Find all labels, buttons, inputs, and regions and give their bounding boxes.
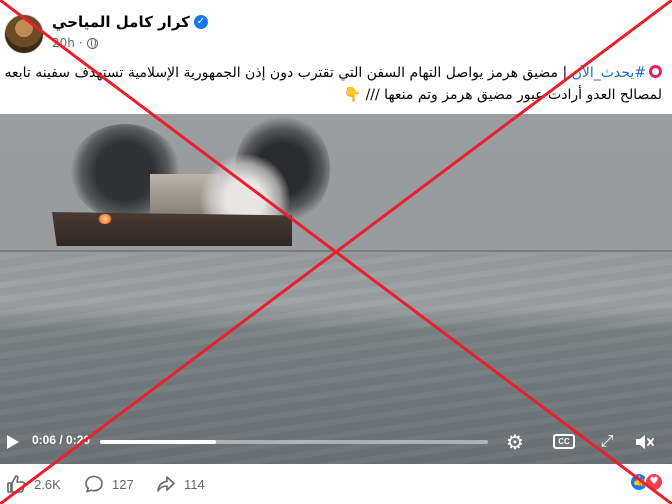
comment-count: 127 xyxy=(112,476,134,492)
share-stat[interactable]: 114 xyxy=(156,474,205,494)
red-circle-emoji-icon xyxy=(649,65,662,78)
video-time: 0:06 / 0:20 xyxy=(32,433,91,447)
comment-stat[interactable]: 127 xyxy=(84,474,134,494)
author-row: كرار كامل المياحي ✓ xyxy=(52,12,208,32)
hashtag-link[interactable]: #يحدث_الآن xyxy=(572,65,646,81)
share-arrow-icon xyxy=(157,476,175,492)
post-body: | مضيق هرمز يواصل التهام السفن التي تقتر… xyxy=(4,65,662,103)
video-controls: 0:06 / 0:20 ⚙ CC ⤢ xyxy=(0,424,672,460)
comment-bubble-icon xyxy=(85,475,103,493)
video-progress-fill xyxy=(100,440,217,444)
video-player[interactable] xyxy=(0,114,672,464)
like-count: 2.6K xyxy=(34,476,61,492)
post-header: كرار كامل المياحي ✓ 20h · xyxy=(0,0,672,60)
love-reaction-icon: ♥ xyxy=(644,472,664,492)
post-meta: 20h · xyxy=(52,36,98,50)
verified-badge-icon: ✓ xyxy=(193,15,208,29)
meta-separator: · xyxy=(78,36,83,50)
share-count: 114 xyxy=(184,476,205,492)
thumbs-up-icon xyxy=(7,475,26,493)
post-text: #يحدث_الآن | مضيق هرمز يواصل التهام السف… xyxy=(2,62,662,106)
video-horizon xyxy=(0,250,672,252)
expand-icon[interactable]: ⤢ xyxy=(598,432,616,450)
author-name[interactable]: كرار كامل المياحي xyxy=(52,13,190,31)
globe-icon xyxy=(86,37,98,49)
muted-speaker-icon[interactable] xyxy=(634,432,656,452)
avatar[interactable] xyxy=(4,14,44,54)
post-footer: 2.6K 127 114 👍 ♥ xyxy=(0,464,672,504)
play-icon[interactable] xyxy=(7,435,19,449)
gear-icon[interactable]: ⚙ xyxy=(504,431,526,453)
like-stat[interactable]: 2.6K xyxy=(6,474,61,494)
post-time[interactable]: 20h xyxy=(52,36,75,50)
cc-icon[interactable]: CC xyxy=(553,434,575,449)
reaction-icons[interactable]: 👍 ♥ xyxy=(629,472,664,492)
video-fire xyxy=(98,214,112,224)
video-progress-bar[interactable] xyxy=(100,440,488,444)
video-ship-hull xyxy=(52,212,292,246)
